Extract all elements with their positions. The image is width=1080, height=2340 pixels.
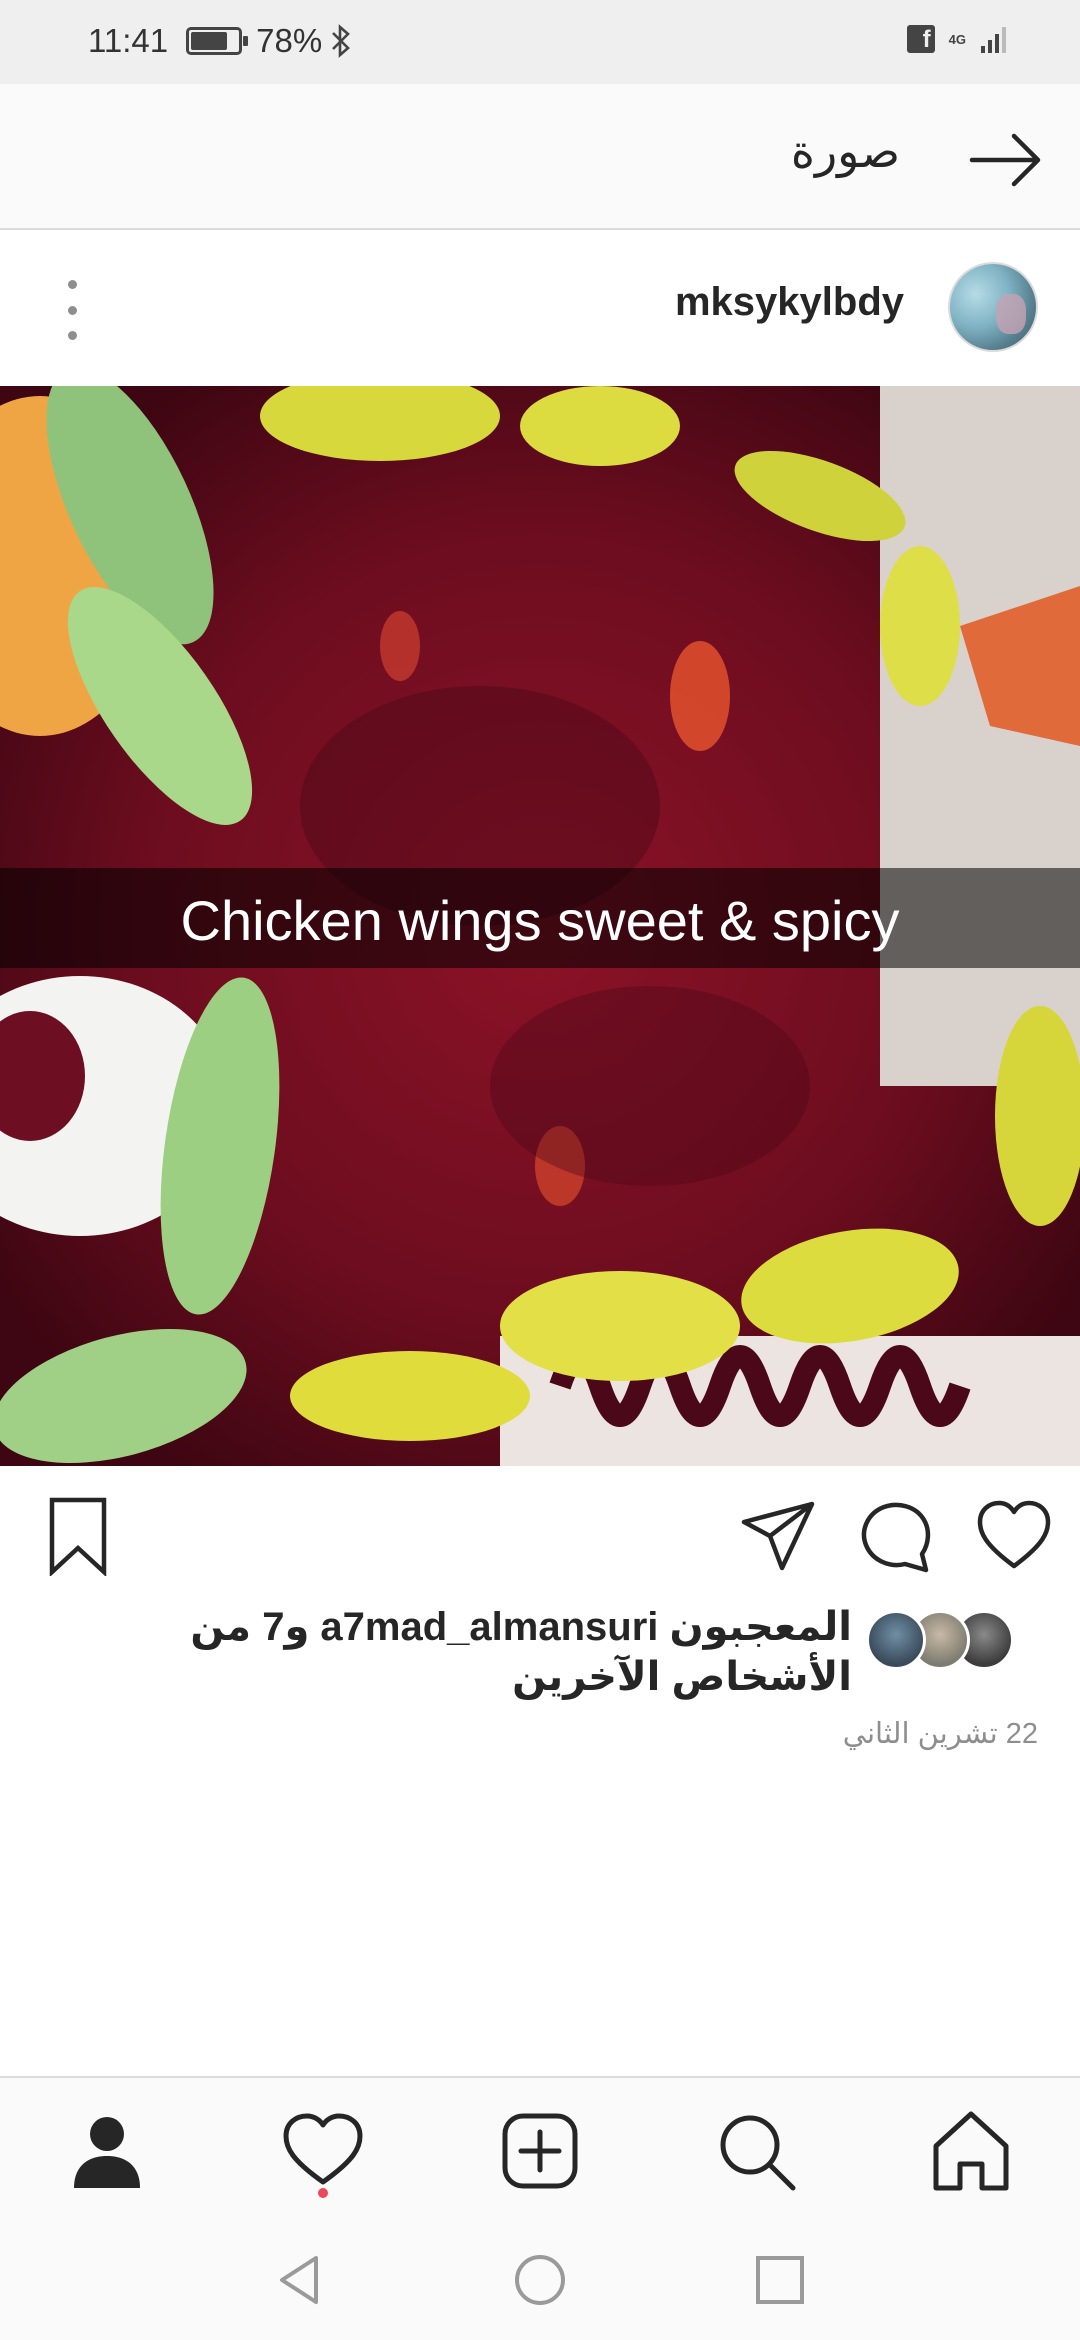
bluetooth-icon [332,24,351,58]
more-dot [67,280,77,289]
home-icon[interactable] [928,2108,1014,2194]
post-header: mksykylbdy [0,232,1080,386]
send-icon[interactable] [738,1496,818,1576]
avatar[interactable] [948,262,1038,352]
facebook-icon: f [906,25,935,53]
system-nav [0,2220,1080,2340]
bookmark-icon[interactable] [42,1496,122,1576]
activity-heart-icon[interactable] [280,2108,366,2194]
more-vertical-icon[interactable] [52,280,92,340]
home-circle-icon[interactable] [512,2252,568,2308]
caption-overlay: Chicken wings sweet & spicy [0,868,1080,968]
comment-icon[interactable] [856,1496,936,1576]
post-date: 22 تشرين الثاني [842,1718,1038,1750]
status-bar: 11:41 78% f 4G [0,0,1080,84]
status-left: 11:41 78% [88,22,352,60]
avatar [866,1610,926,1670]
caption-text: Chicken wings sweet & spicy [180,889,900,952]
bottom-nav [0,2076,1080,2220]
add-post-icon[interactable] [497,2108,583,2194]
arrow-right-icon[interactable] [968,122,1044,198]
post-username[interactable]: mksykylbdy [675,280,904,325]
top-header: صورة [0,84,1080,230]
likes-section: المعجبون a7mad_almansuri و7 من الأشخاص ا… [0,1600,1080,1710]
network-type: 4G [948,31,966,47]
likes-summary[interactable]: المعجبون a7mad_almansuri و7 من الأشخاص ا… [92,1602,852,1702]
notification-dot [318,2188,328,2198]
battery-level [191,32,228,50]
post-actions [0,1466,1080,1602]
battery-icon [186,27,249,55]
signal-icon [981,27,1006,53]
back-triangle-icon[interactable] [272,2252,328,2308]
profile-icon[interactable] [64,2108,150,2194]
search-icon[interactable] [713,2108,799,2194]
heart-icon[interactable] [974,1496,1054,1576]
status-right: f 4G [906,24,1010,54]
more-dot [67,331,77,340]
more-dot [67,305,77,315]
page-title: صورة [790,125,900,177]
post-photo[interactable]: Chicken wings sweet & spicy [0,386,1080,1466]
status-time: 11:41 [88,22,169,59]
battery-percent: 78% [256,22,323,59]
network-label: 4G [949,33,966,46]
recents-square-icon[interactable] [752,2252,808,2308]
liker-avatars[interactable] [864,1610,1014,1672]
